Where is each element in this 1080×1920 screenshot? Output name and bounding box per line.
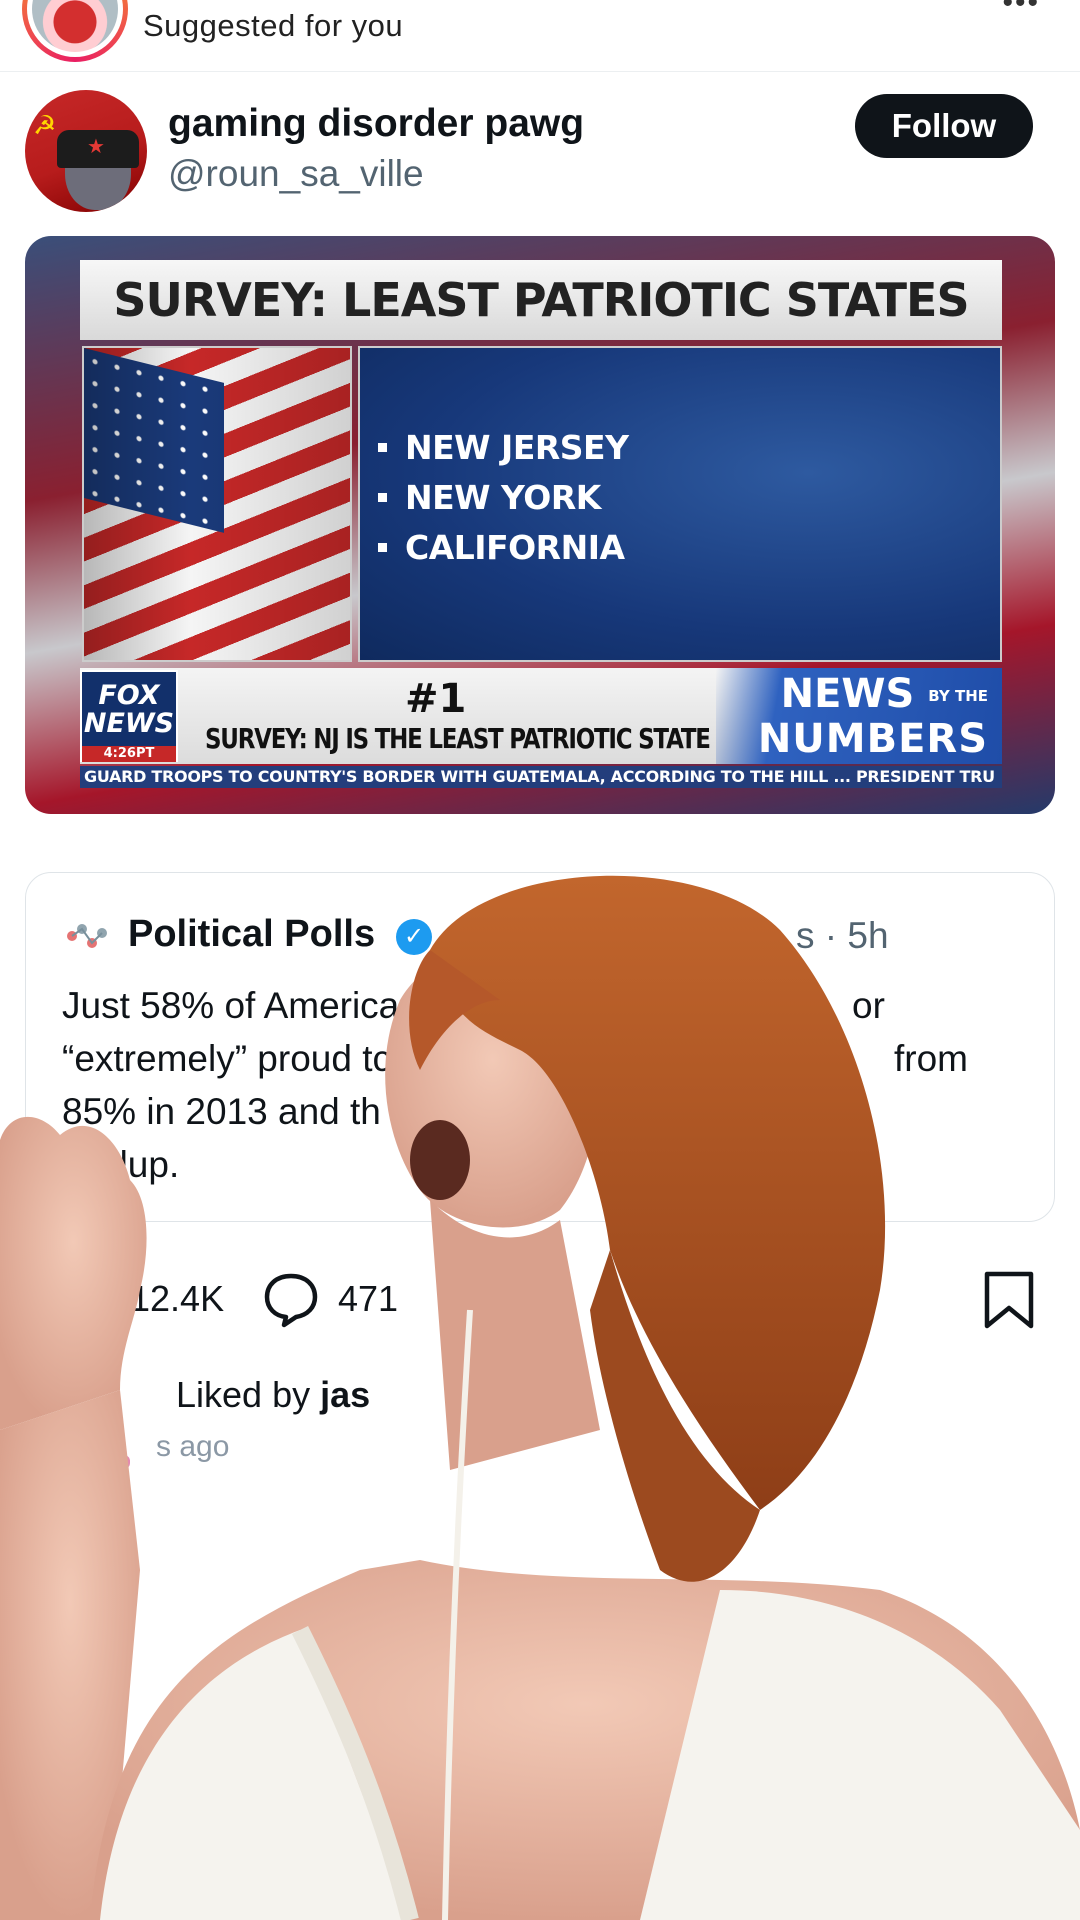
quoted-post-text: Just 58% of Americar or “extremely” proud… xyxy=(62,985,968,1185)
ticker-text: SURVEY: NJ IS THE LEAST PATRIOTIC STATE xyxy=(205,722,711,755)
account-name[interactable]: gaming disorder pawg xyxy=(168,102,584,146)
news-title: SURVEY: LEAST PATRIOTIC STATES xyxy=(80,260,1002,340)
segment-logo: NEWS BY THE NUMBERS xyxy=(716,668,1002,764)
list-item: NEW JERSEY xyxy=(378,422,1000,472)
account-avatar[interactable]: ☭ ★ xyxy=(25,90,147,212)
ticker-number: #1 xyxy=(405,676,467,722)
news-ticker: FOX NEWS 4:26PT #1 SURVEY: NJ IS THE LEAST… xyxy=(80,668,1002,764)
us-flag-image xyxy=(82,346,352,662)
quoted-author-name: Political Polls xyxy=(128,913,376,955)
suggested-label: Suggested for you xyxy=(143,8,404,43)
post-media-image[interactable]: SURVEY: LEAST PATRIOTIC STATES NEW JERSE… xyxy=(25,236,1055,814)
suggested-avatar[interactable] xyxy=(22,0,128,62)
bookmark-icon[interactable] xyxy=(982,1270,1036,1330)
political-polls-logo-icon xyxy=(67,924,107,948)
news-state-list: NEW JERSEY NEW YORK CALIFORNIA xyxy=(358,346,1002,662)
quoted-timestamp: s · 5h xyxy=(796,915,889,956)
list-item: NEW YORK xyxy=(378,472,1000,522)
list-item: CALIFORNIA xyxy=(378,522,1000,572)
fox-news-logo: FOX NEWS 4:26PT xyxy=(80,670,178,762)
suggested-header: Suggested for you ••• xyxy=(0,0,1080,72)
reply-icon[interactable] xyxy=(262,1270,320,1328)
news-graphic: SURVEY: LEAST PATRIOTIC STATES NEW JERSE… xyxy=(80,260,1002,788)
quoted-post-card[interactable]: Political Polls ✓ s · 5h Just 58% of Ame… xyxy=(25,872,1055,1222)
post-actions: 12.4K 471 xyxy=(0,1270,1080,1340)
reply-count[interactable]: 471 xyxy=(338,1278,398,1320)
news-crawl: GUARD TROOPS TO COUNTRY'S BORDER WITH GU… xyxy=(80,766,1002,788)
like-count[interactable]: 12.4K xyxy=(130,1278,224,1320)
verified-badge-icon: ✓ xyxy=(396,919,432,955)
follow-button[interactable]: Follow xyxy=(855,94,1033,158)
liked-by-text[interactable]: Liked by jas xyxy=(176,1374,370,1416)
more-horizontal-icon[interactable]: ••• xyxy=(1002,0,1040,20)
account-handle[interactable]: @roun_sa_ville xyxy=(168,153,424,195)
post-time-ago: s ago xyxy=(156,1430,230,1463)
